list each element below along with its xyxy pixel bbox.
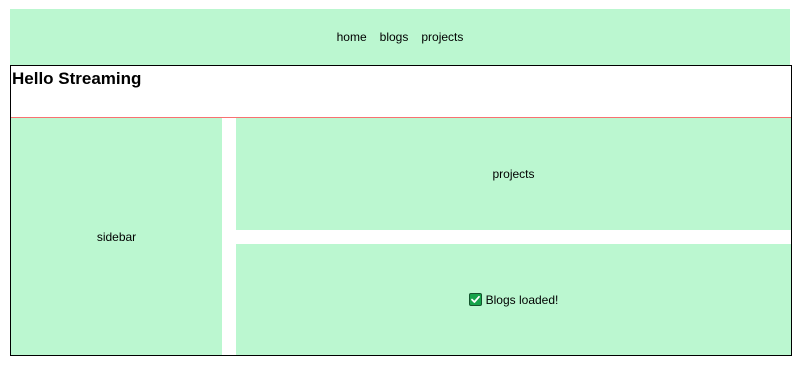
sidebar: sidebar — [11, 118, 222, 355]
top-nav: home blogs projects — [10, 9, 790, 65]
page-frame: Hello Streaming sidebar projects Blogs l… — [10, 65, 792, 356]
projects-panel: projects — [236, 118, 791, 230]
check-mark-icon — [468, 293, 482, 306]
nav-link-home[interactable]: home — [336, 30, 368, 44]
nav-link-projects[interactable]: projects — [420, 30, 464, 44]
page-header: Hello Streaming — [11, 66, 791, 118]
page-title: Hello Streaming — [12, 69, 142, 88]
nav-link-blogs[interactable]: blogs — [379, 30, 410, 44]
sidebar-label: sidebar — [96, 229, 137, 244]
blogs-panel: Blogs loaded! — [236, 244, 791, 355]
blogs-status-text: Blogs loaded! — [485, 292, 559, 307]
projects-label: projects — [492, 167, 535, 181]
